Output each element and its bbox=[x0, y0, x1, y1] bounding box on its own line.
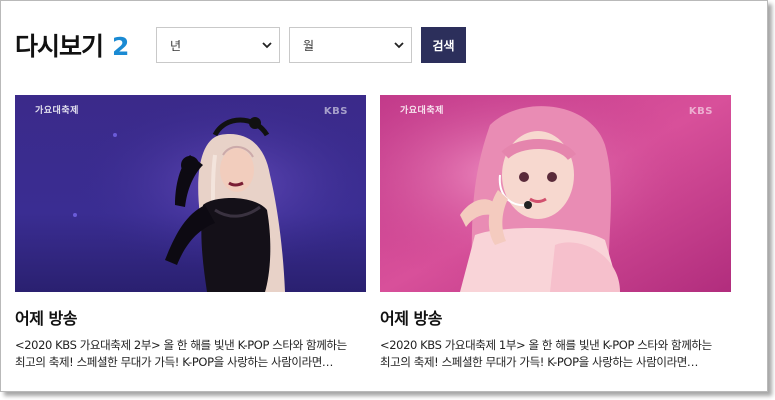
year-select-value: 년 bbox=[170, 38, 182, 53]
video-count: 2 bbox=[112, 32, 129, 61]
chevron-down-icon bbox=[262, 42, 272, 49]
description-line: <2020 KBS 가요대축제 2부> 올 한 해를 빛낸 K-POP 스타와 … bbox=[15, 338, 347, 352]
month-select[interactable]: 월 bbox=[289, 27, 412, 63]
description-line: <2020 KBS 가요대축제 1부> 올 한 해를 빛낸 K-POP 스타와 … bbox=[380, 338, 712, 352]
chevron-down-icon bbox=[394, 42, 404, 49]
kbs-watermark: KBS bbox=[323, 106, 348, 117]
video-thumbnail[interactable]: 가요대축제 KBS bbox=[380, 95, 731, 292]
page-title: 다시보기 2 bbox=[15, 27, 129, 63]
show-logo: 가요대축제 bbox=[400, 106, 444, 116]
video-description: <2020 KBS 가요대축제 1부> 올 한 해를 빛낸 K-POP 스타와 … bbox=[380, 337, 725, 371]
show-logo: 가요대축제 bbox=[35, 106, 79, 116]
header: 다시보기 2 bbox=[15, 27, 129, 63]
month-select-value: 월 bbox=[303, 38, 315, 53]
video-card[interactable]: 가요대축제 KBS 어제 방송 <2020 KBS 가요대축제 2부> 올 한 … bbox=[15, 95, 366, 371]
video-title[interactable]: 어제 방송 bbox=[15, 305, 366, 329]
stage-performance-image bbox=[15, 95, 366, 292]
video-title[interactable]: 어제 방송 bbox=[380, 305, 731, 329]
description-line: 최고의 축제! 스페셜한 무대가 가득! K-POP을 사랑하는 사람이라면… bbox=[380, 355, 699, 369]
page-title-text: 다시보기 bbox=[15, 32, 104, 61]
stage-performance-image bbox=[380, 95, 731, 292]
kbs-watermark: KBS bbox=[688, 106, 713, 117]
video-card[interactable]: 가요대축제 KBS 어제 방송 <2020 KBS 가요대축제 1부> 올 한 … bbox=[380, 95, 731, 371]
video-thumbnail[interactable]: 가요대축제 KBS bbox=[15, 95, 366, 292]
replay-panel: 다시보기 2 년 월 검색 가요대축제 KBS 어제 방송 <2020 KBS … bbox=[0, 0, 768, 392]
video-description: <2020 KBS 가요대축제 2부> 올 한 해를 빛낸 K-POP 스타와 … bbox=[15, 337, 360, 371]
year-select[interactable]: 년 bbox=[156, 27, 280, 63]
description-line: 최고의 축제! 스페셜한 무대가 가득! K-POP을 사랑하는 사람이라면… bbox=[15, 355, 334, 369]
search-button[interactable]: 검색 bbox=[421, 27, 466, 63]
